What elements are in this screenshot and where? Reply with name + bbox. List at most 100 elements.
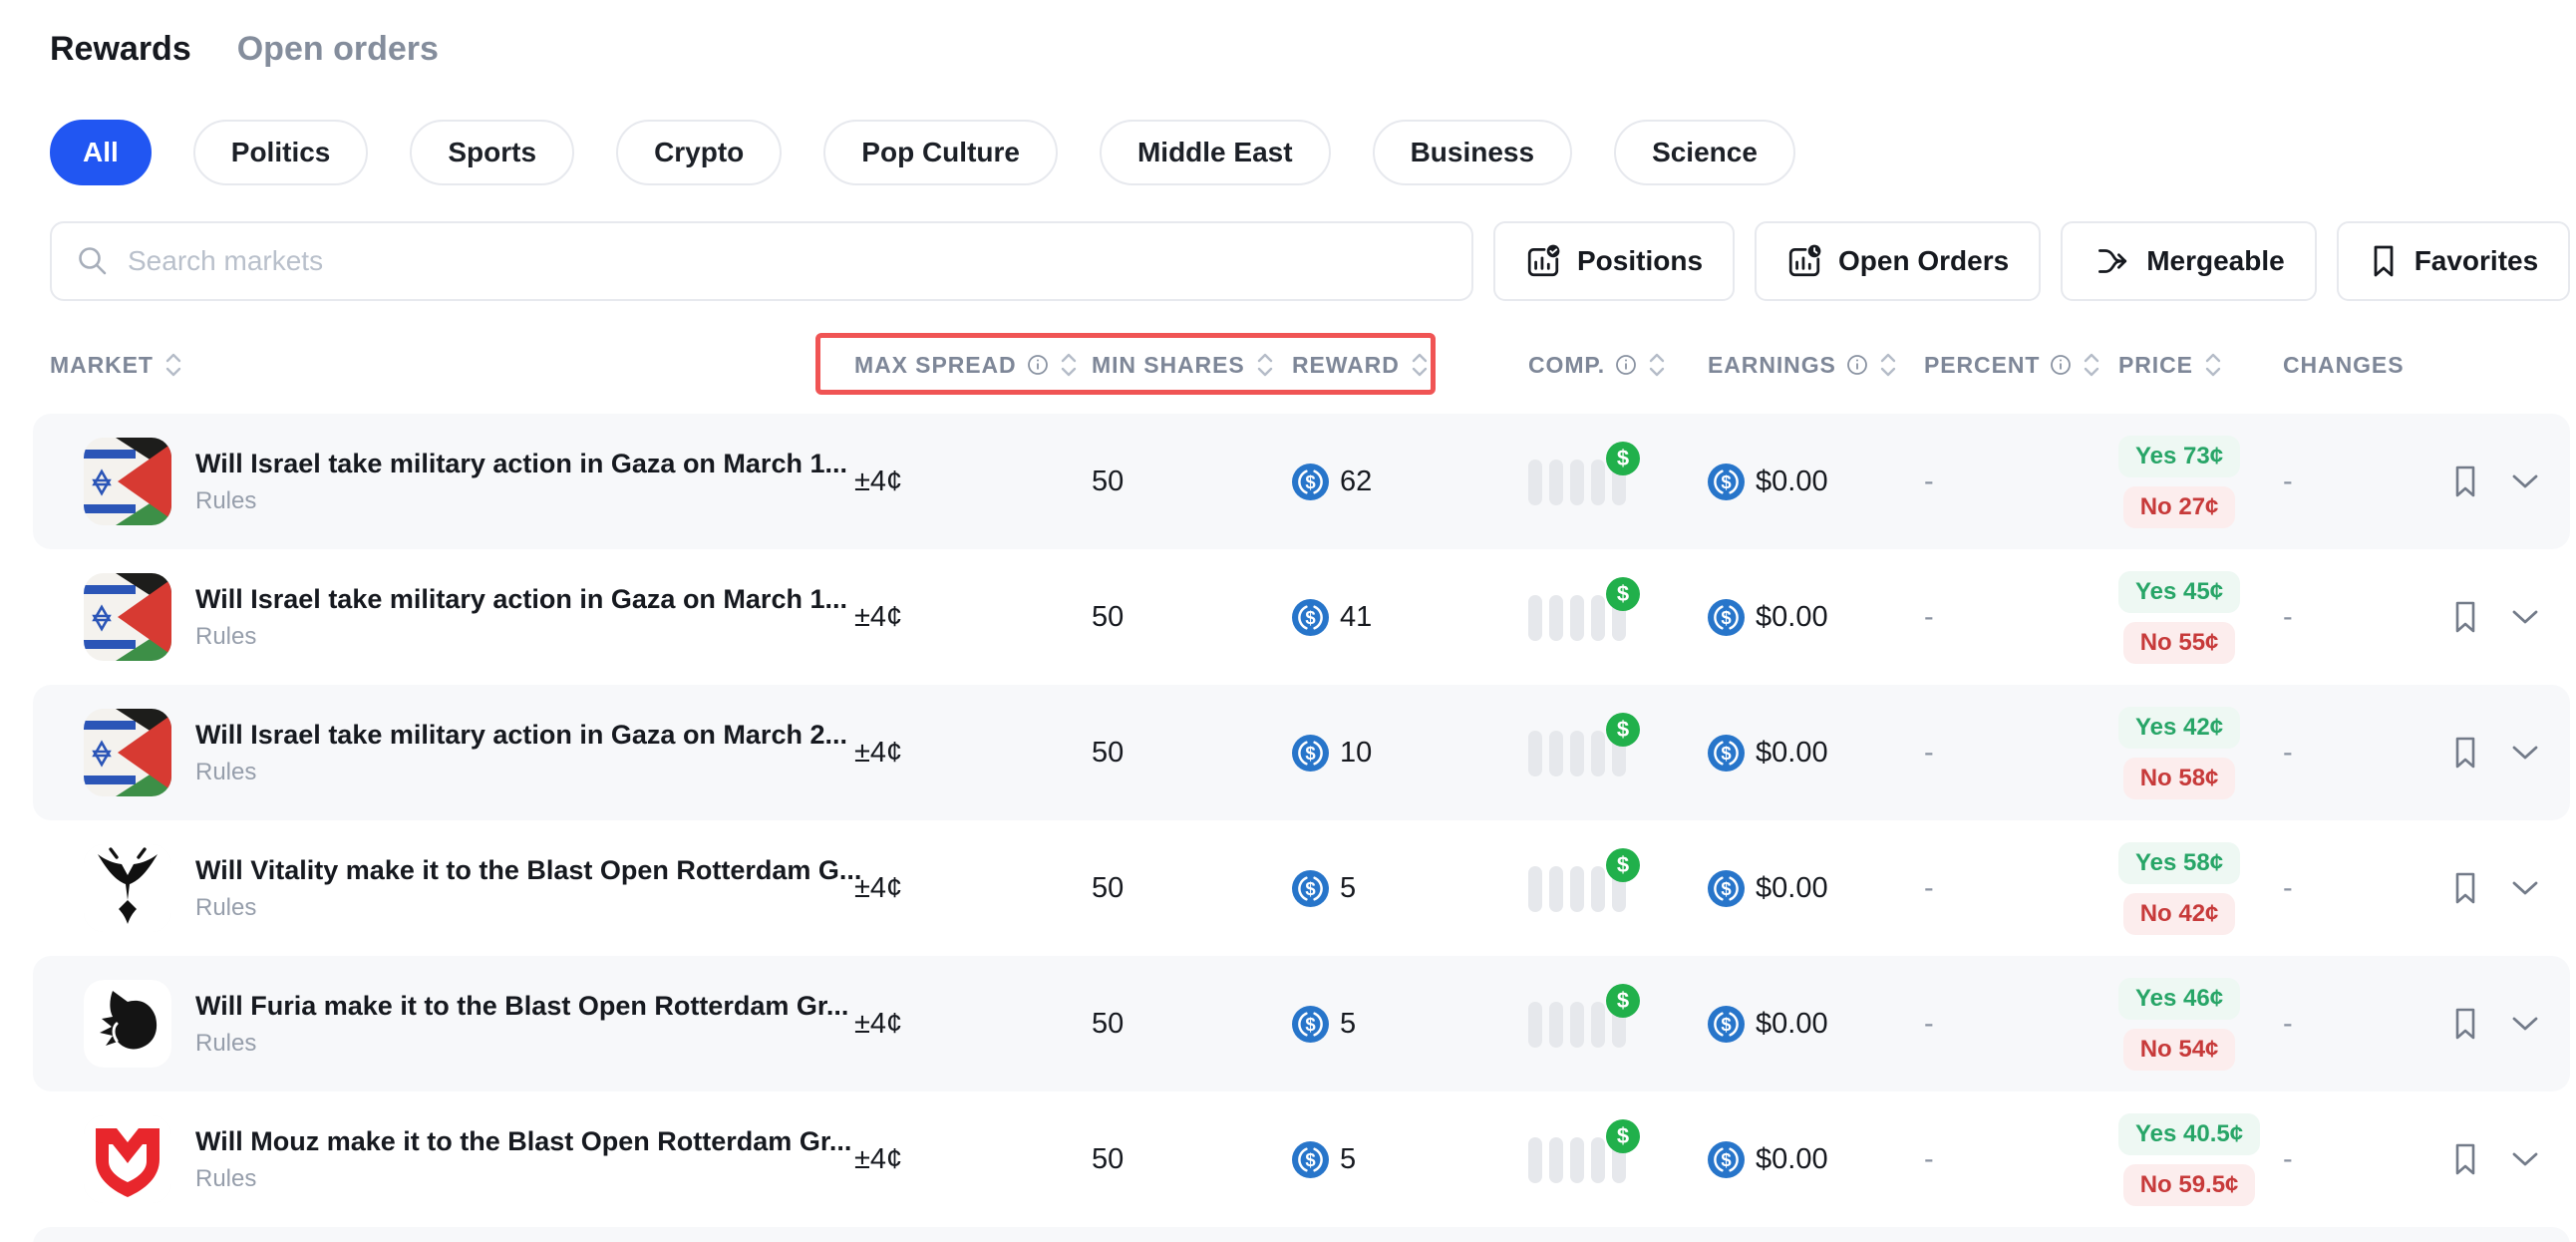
no-price-pill[interactable]: No 58¢ — [2123, 758, 2236, 799]
chevron-down-icon[interactable] — [2510, 608, 2540, 626]
market-row[interactable]: Will Israel take military action in Gaza… — [33, 549, 2570, 685]
sort-icon[interactable] — [2082, 352, 2101, 378]
competition-meter: $ — [1528, 1135, 1626, 1183]
button-label: Positions — [1577, 245, 1703, 277]
market-row-partial[interactable] — [33, 1227, 2570, 1242]
sort-icon[interactable] — [1255, 352, 1275, 378]
info-icon — [1846, 354, 1868, 376]
sort-icon[interactable] — [1647, 352, 1667, 378]
no-price-pill[interactable]: No 59.5¢ — [2123, 1164, 2256, 1206]
rules-link[interactable]: Rules — [195, 1030, 848, 1058]
chevron-down-icon[interactable] — [2510, 879, 2540, 897]
percent-value: - — [1924, 601, 2118, 634]
sort-icon[interactable] — [1878, 352, 1898, 378]
favorites-button[interactable]: Favorites — [2337, 221, 2571, 301]
comp-dollar-badge: $ — [1606, 713, 1640, 747]
chevron-down-icon[interactable] — [2510, 1150, 2540, 1168]
column-header-max-spread[interactable]: MAX SPREAD — [854, 352, 1092, 379]
market-row[interactable]: Will Furia make it to the Blast Open Rot… — [33, 956, 2570, 1091]
favorites-bookmark-icon — [2369, 243, 2399, 279]
mergeable-button[interactable]: Mergeable — [2061, 221, 2317, 301]
yes-price-pill[interactable]: Yes 58¢ — [2118, 842, 2240, 884]
filter-pill-business[interactable]: Business — [1373, 120, 1573, 185]
column-header-percent[interactable]: PERCENT — [1924, 352, 2118, 379]
market-title[interactable]: Will Israel take military action in Gaza… — [195, 720, 847, 751]
yes-price-pill[interactable]: Yes 40.5¢ — [2118, 1113, 2260, 1155]
market-title[interactable]: Will Furia make it to the Blast Open Rot… — [195, 991, 848, 1022]
search-input[interactable] — [128, 245, 1448, 277]
rules-link[interactable]: Rules — [195, 623, 847, 651]
filter-pill-middle-east[interactable]: Middle East — [1100, 120, 1331, 185]
column-label: COMP. — [1528, 352, 1605, 379]
bookmark-icon[interactable] — [2450, 598, 2480, 636]
chevron-down-icon[interactable] — [2510, 744, 2540, 762]
yes-price-pill[interactable]: Yes 42¢ — [2118, 707, 2240, 749]
bookmark-icon[interactable] — [2450, 869, 2480, 907]
bookmark-icon[interactable] — [2450, 463, 2480, 500]
button-label: Open Orders — [1838, 245, 2009, 277]
market-title[interactable]: Will Israel take military action in Gaza… — [195, 584, 847, 615]
usdc-coin-icon: $ — [1708, 464, 1745, 500]
chevron-down-icon[interactable] — [2510, 472, 2540, 490]
column-header-min-shares[interactable]: MIN SHARES — [1092, 352, 1292, 379]
column-header-earnings[interactable]: EARNINGS — [1708, 352, 1924, 379]
market-title[interactable]: Will Vitality make it to the Blast Open … — [195, 855, 861, 886]
market-row[interactable]: Will Israel take military action in Gaza… — [33, 685, 2570, 820]
tab-rewards[interactable]: Rewards — [50, 30, 191, 69]
israel-palestine-flags — [84, 438, 171, 525]
market-title[interactable]: Will Mouz make it to the Blast Open Rott… — [195, 1126, 851, 1157]
earnings-value: $$0.00 — [1708, 735, 1924, 772]
max-spread-value: ±4¢ — [854, 872, 1092, 905]
search-bar — [50, 221, 1473, 301]
positions-button[interactable]: Positions — [1493, 221, 1735, 301]
competition-meter: $ — [1528, 458, 1626, 505]
no-price-pill[interactable]: No 55¢ — [2123, 622, 2236, 664]
yes-price-pill[interactable]: Yes 73¢ — [2118, 436, 2240, 477]
column-header-market[interactable]: MARKET — [50, 352, 854, 379]
market-title[interactable]: Will Israel take military action in Gaza… — [195, 449, 847, 479]
column-header-price[interactable]: PRICE — [2118, 352, 2283, 379]
vitality-logo — [84, 844, 171, 932]
rules-link[interactable]: Rules — [195, 487, 847, 515]
sort-icon[interactable] — [1410, 352, 1430, 378]
filter-pill-sports[interactable]: Sports — [410, 120, 574, 185]
yes-price-pill[interactable]: Yes 45¢ — [2118, 571, 2240, 613]
open-orders-button[interactable]: Open Orders — [1755, 221, 2041, 301]
column-header-comp[interactable]: COMP. — [1528, 352, 1708, 379]
rules-link[interactable]: Rules — [195, 894, 861, 922]
no-price-pill[interactable]: No 42¢ — [2123, 893, 2236, 935]
changes-value: - — [2283, 872, 2450, 905]
comp-dollar-badge: $ — [1606, 984, 1640, 1018]
filter-pill-science[interactable]: Science — [1614, 120, 1795, 185]
max-spread-value: ±4¢ — [854, 601, 1092, 634]
bookmark-icon[interactable] — [2450, 1140, 2480, 1178]
svg-text:$: $ — [1305, 471, 1316, 492]
sort-icon[interactable] — [1059, 352, 1079, 378]
bookmark-icon[interactable] — [2450, 1005, 2480, 1043]
chevron-down-icon[interactable] — [2510, 1015, 2540, 1033]
tab-open-orders[interactable]: Open orders — [237, 30, 439, 69]
percent-value: - — [1924, 872, 2118, 905]
no-price-pill[interactable]: No 27¢ — [2123, 486, 2236, 528]
sort-icon[interactable] — [163, 352, 183, 378]
column-label: REWARD — [1292, 352, 1400, 379]
yes-price-pill[interactable]: Yes 46¢ — [2118, 978, 2240, 1020]
market-row[interactable]: Will Mouz make it to the Blast Open Rott… — [33, 1091, 2570, 1227]
bookmark-icon[interactable] — [2450, 734, 2480, 772]
rules-link[interactable]: Rules — [195, 1165, 851, 1193]
changes-value: - — [2283, 1143, 2450, 1176]
filter-pill-pop-culture[interactable]: Pop Culture — [823, 120, 1058, 185]
column-label: EARNINGS — [1708, 352, 1836, 379]
market-row[interactable]: Will Vitality make it to the Blast Open … — [33, 820, 2570, 956]
filter-pill-crypto[interactable]: Crypto — [616, 120, 782, 185]
no-price-pill[interactable]: No 54¢ — [2123, 1029, 2236, 1071]
market-row[interactable]: Will Israel take military action in Gaza… — [33, 414, 2570, 549]
rules-link[interactable]: Rules — [195, 759, 847, 786]
filter-pill-politics[interactable]: Politics — [193, 120, 369, 185]
filter-pill-all[interactable]: All — [50, 120, 152, 185]
column-header-reward[interactable]: REWARD — [1292, 352, 1528, 379]
sort-icon[interactable] — [2203, 352, 2223, 378]
comp-dollar-badge: $ — [1606, 577, 1640, 611]
column-label: MAX SPREAD — [854, 352, 1017, 379]
israel-palestine-flags — [84, 573, 171, 661]
